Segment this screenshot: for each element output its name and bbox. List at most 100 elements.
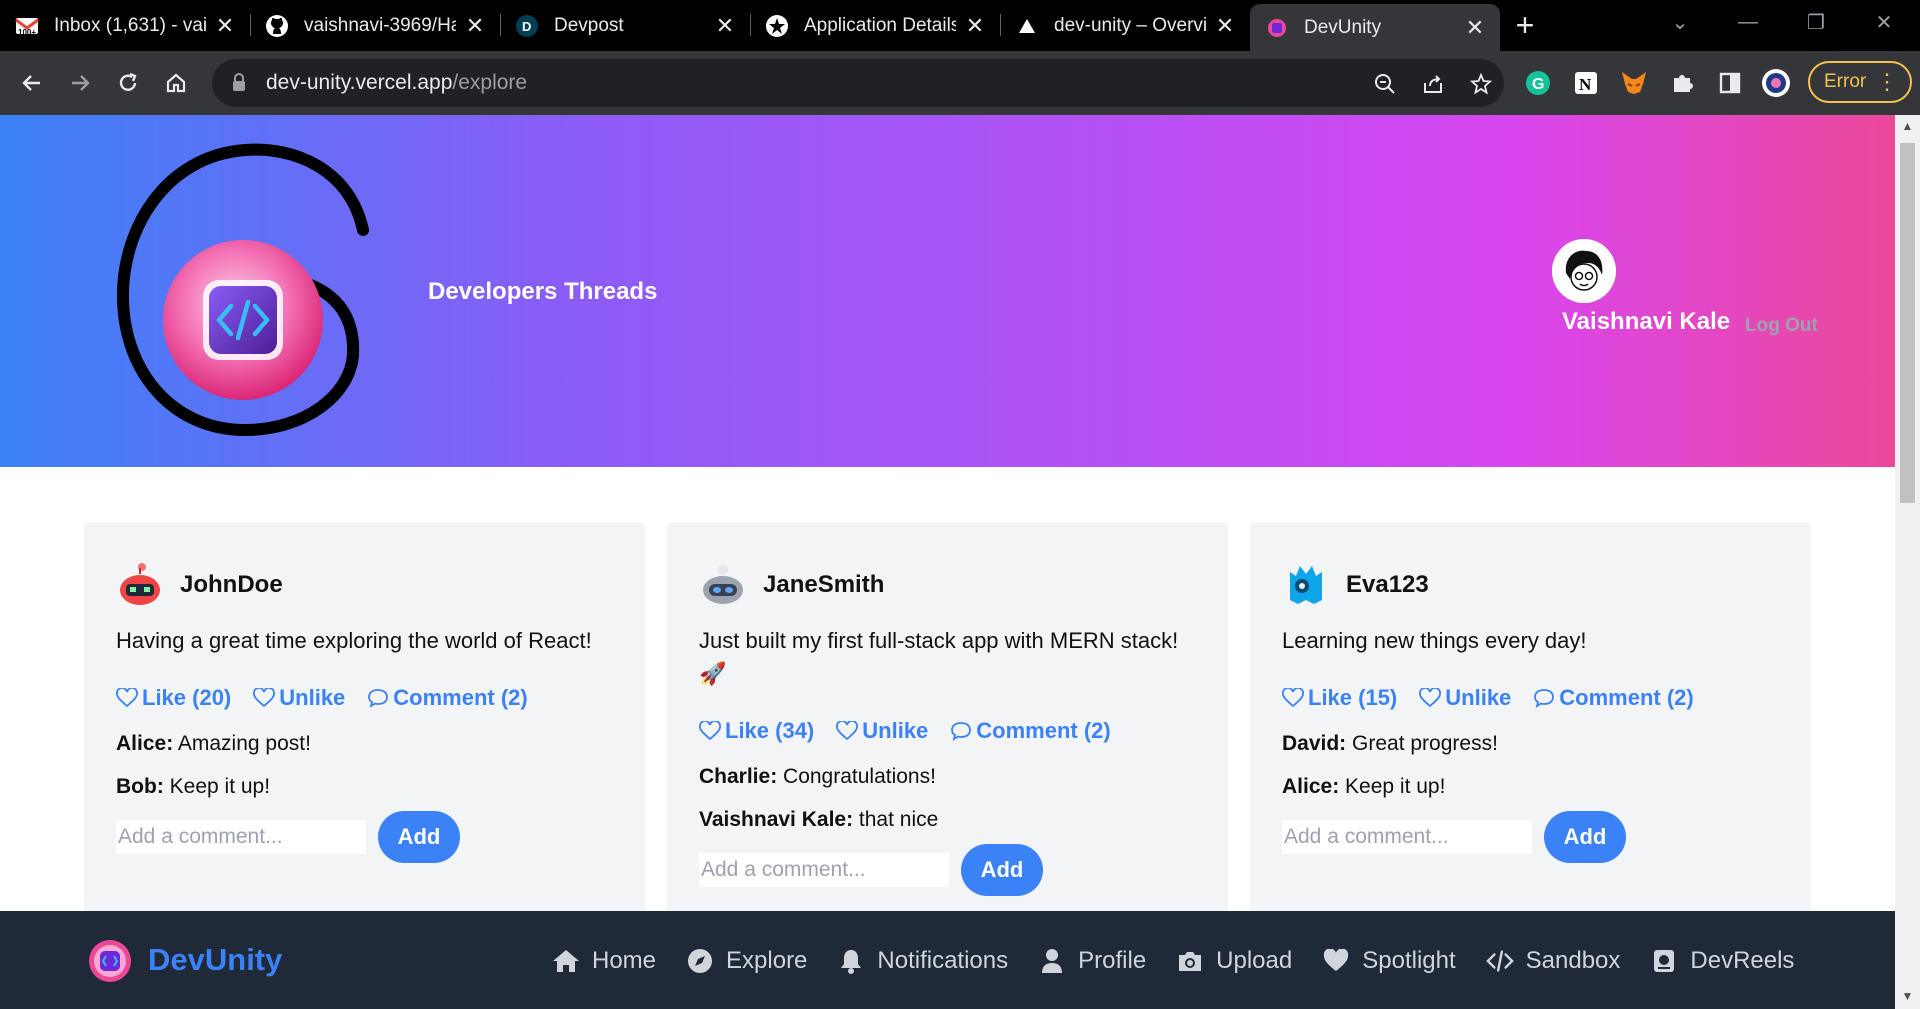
comment-input[interactable]: [116, 820, 366, 854]
zoom-icon[interactable]: [1372, 71, 1398, 97]
comment-text: Congratulations!: [777, 765, 936, 788]
unlike-button[interactable]: Unlike: [1419, 685, 1511, 711]
browser-tab-gmail[interactable]: 100+ Inbox (1,631) - vaishn ✕: [0, 0, 250, 51]
tab-title: Inbox (1,631) - vaishn: [54, 14, 206, 36]
nav-item-sandbox[interactable]: Sandbox: [1485, 941, 1620, 981]
share-icon[interactable]: [1420, 71, 1446, 97]
heart-outline-icon: [836, 721, 859, 741]
logout-link[interactable]: Log Out: [1745, 315, 1818, 337]
like-button[interactable]: Like (20): [116, 685, 231, 711]
tab-title: Application Details: [804, 14, 956, 36]
profile-avatar-icon[interactable]: [1760, 67, 1792, 99]
notion-icon[interactable]: N: [1570, 67, 1602, 99]
forward-icon[interactable]: [60, 63, 100, 103]
user-avatar[interactable]: [1552, 239, 1616, 303]
unlike-button[interactable]: Unlike: [253, 685, 345, 711]
restore-icon[interactable]: ❐: [1786, 0, 1846, 44]
home-icon: [552, 947, 580, 975]
code-icon: [1485, 947, 1514, 975]
tab-title: Devpost: [554, 14, 624, 36]
new-tab-button[interactable]: +: [1500, 0, 1550, 51]
browser-tab-devpost[interactable]: D Devpost ✕: [500, 0, 750, 51]
user-icon: [1038, 947, 1066, 975]
comment-item: David: Great progress!: [1282, 732, 1498, 756]
comment-item: Alice: Keep it up!: [1282, 775, 1445, 799]
add-comment-button[interactable]: Add: [1544, 811, 1626, 863]
unlike-button[interactable]: Unlike: [836, 718, 928, 744]
comment-input[interactable]: [1282, 820, 1532, 854]
close-icon[interactable]: ✕: [964, 13, 986, 39]
comment-user: Bob:: [116, 775, 164, 798]
post-author[interactable]: JaneSmith: [763, 571, 884, 599]
browser-tab-application[interactable]: Application Details ✕: [750, 0, 1000, 51]
heart-outline-icon: [1282, 688, 1304, 708]
page-scrollbar[interactable]: ▲ ▼: [1895, 115, 1920, 1009]
nav-item-upload[interactable]: Upload: [1176, 941, 1292, 981]
grammarly-icon[interactable]: G: [1522, 67, 1554, 99]
reload-icon[interactable]: [108, 63, 148, 103]
nav-label: Spotlight: [1362, 947, 1456, 974]
browser-tab-devunity[interactable]: DevUnity ✕: [1250, 4, 1500, 51]
nav-item-devreels[interactable]: DevReels: [1650, 941, 1794, 981]
like-button[interactable]: Like (34): [699, 718, 814, 744]
close-icon[interactable]: ✕: [1464, 15, 1486, 41]
post-text: Learning new things every day!: [1282, 628, 1587, 653]
url-text: dev-unity.vercel.app/explore: [266, 71, 527, 95]
nav-item-profile[interactable]: Profile: [1038, 941, 1146, 981]
comment-text: Great progress!: [1346, 732, 1498, 755]
add-comment-button[interactable]: Add: [961, 844, 1043, 896]
profile-error-button[interactable]: Error ⋮: [1808, 61, 1912, 103]
nav-item-home[interactable]: Home: [552, 941, 656, 981]
comment-text: Keep it up!: [1339, 775, 1446, 798]
comment-label: Comment (2): [976, 718, 1111, 743]
nav-label: DevReels: [1690, 947, 1795, 974]
devunity-logo-icon[interactable]: [88, 939, 132, 983]
kebab-menu-icon[interactable]: ⋮: [1876, 69, 1898, 95]
post-author[interactable]: JohnDoe: [180, 571, 283, 599]
camera-icon: [1176, 947, 1204, 975]
nav-item-explore[interactable]: Explore: [686, 941, 807, 981]
close-icon[interactable]: ✕: [464, 13, 486, 39]
minimize-icon[interactable]: —: [1718, 0, 1778, 44]
user-name: Vaishnavi Kale: [1562, 308, 1731, 335]
home-browser-icon[interactable]: [156, 63, 196, 103]
post-card: JohnDoe Having a great time exploring th…: [84, 522, 645, 942]
url-host: dev-unity.vercel.app: [266, 71, 453, 94]
close-icon[interactable]: ✕: [1214, 13, 1236, 39]
post-actions: Like (15) Unlike Comment (2): [1282, 685, 1694, 711]
scroll-up-icon[interactable]: ▲: [1895, 119, 1920, 139]
bookmark-star-icon[interactable]: [1468, 71, 1494, 97]
scroll-down-icon[interactable]: ▼: [1895, 989, 1920, 1009]
nav-item-spotlight[interactable]: Spotlight: [1322, 941, 1456, 981]
comment-text: Amazing post!: [173, 732, 311, 755]
like-button[interactable]: Like (15): [1282, 685, 1397, 711]
close-icon[interactable]: ✕: [214, 13, 236, 39]
post-author[interactable]: Eva123: [1346, 571, 1429, 599]
extensions-puzzle-icon[interactable]: [1666, 67, 1698, 99]
address-bar[interactable]: dev-unity.vercel.app/explore: [212, 59, 1504, 107]
comment-button[interactable]: Comment (2): [950, 718, 1111, 744]
add-comment-button[interactable]: Add: [378, 811, 460, 863]
browser-tab-vercel[interactable]: dev-unity – Overview ✕: [1000, 0, 1250, 51]
lock-icon[interactable]: [228, 73, 250, 93]
comment-button[interactable]: Comment (2): [367, 685, 528, 711]
tab-search-icon[interactable]: ⌄: [1650, 0, 1710, 44]
sidepanel-icon[interactable]: [1714, 67, 1746, 99]
scrollbar-thumb[interactable]: [1900, 143, 1915, 503]
tab-title: vaishnavi-3969/Hackathon: [304, 14, 456, 36]
close-icon[interactable]: ✕: [714, 13, 736, 39]
nav-label: Upload: [1216, 947, 1293, 974]
comment-item: Alice: Amazing post!: [116, 732, 311, 756]
comment-input[interactable]: [699, 853, 949, 887]
metamask-icon[interactable]: [1618, 67, 1650, 99]
comment-user: Charlie:: [699, 765, 778, 788]
nav-item-notifications[interactable]: Notifications: [837, 941, 1008, 981]
browser-tab-github[interactable]: vaishnavi-3969/Hackathon ✕: [250, 0, 500, 51]
back-icon[interactable]: [12, 63, 52, 103]
comment-user: David:: [1282, 732, 1347, 755]
comment-text: Keep it up!: [163, 775, 271, 798]
comment-button[interactable]: Comment (2): [1533, 685, 1694, 711]
bell-icon: [837, 947, 865, 975]
window-close-icon[interactable]: ✕: [1854, 0, 1914, 44]
brand-name[interactable]: DevUnity: [148, 942, 282, 978]
